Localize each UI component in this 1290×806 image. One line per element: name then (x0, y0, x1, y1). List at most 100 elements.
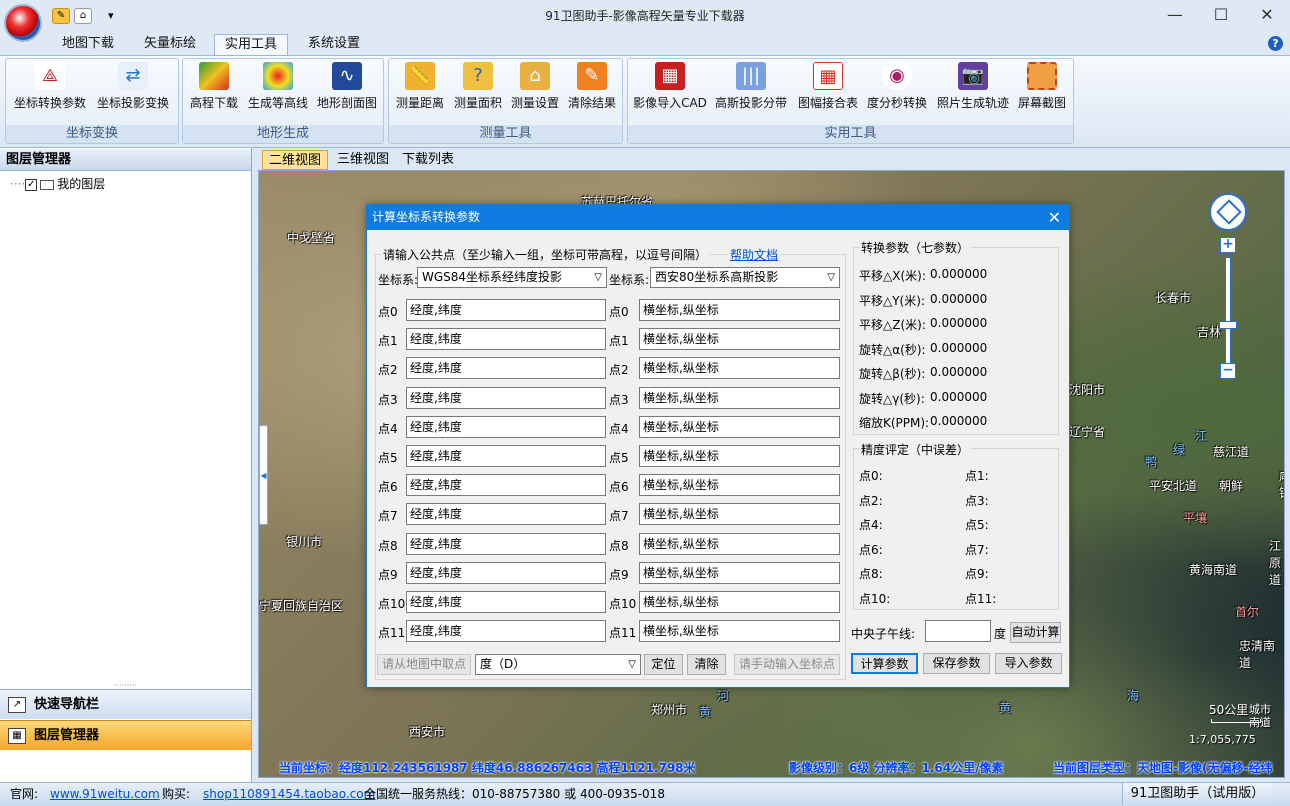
dst-point-input[interactable]: 横坐标,纵坐标 (639, 328, 840, 351)
import-cad-button[interactable]: ▦ 影像导入CAD (630, 62, 710, 114)
site-link[interactable]: www.91weitu.com (50, 783, 160, 805)
zoom-slider-thumb[interactable] (1219, 321, 1237, 329)
map-place-label: 江原道 (1269, 539, 1282, 587)
zoom-slider[interactable] (1225, 257, 1231, 371)
tab-download-list[interactable]: 下载列表 (396, 150, 460, 170)
meridian-input[interactable] (925, 620, 991, 642)
status-layer-type: 当前图层类型：天地图-影像(无偏移-经纬 (1053, 761, 1273, 775)
dst-point-input[interactable]: 横坐标,纵坐标 (639, 445, 840, 467)
dst-point-input[interactable]: 横坐标,纵坐标 (639, 503, 840, 526)
unit-select[interactable]: 度（D） ▽ (475, 654, 641, 675)
measure-area-button[interactable]: ? 测量面积 (450, 62, 506, 114)
dms-convert-button[interactable]: ◉ 度分秒转换 (862, 62, 932, 114)
dst-point-input[interactable]: 横坐标,纵坐标 (639, 299, 840, 321)
gauss-zone-button[interactable]: ||| 高斯投影分带 (710, 62, 792, 114)
src-point-input[interactable]: 经度,纬度 (406, 299, 606, 321)
precision-fieldset (853, 448, 1059, 610)
app-logo-icon[interactable] (4, 4, 42, 42)
src-point-input[interactable]: 经度,纬度 (406, 445, 606, 467)
locate-button[interactable]: 定位 (644, 654, 683, 675)
grid-icon: ▦ (813, 62, 843, 90)
param-value: 0.000000 (930, 389, 988, 404)
src-point-input[interactable]: 经度,纬度 (406, 357, 606, 380)
param-value: 0.000000 (930, 291, 988, 306)
status-coordinate: 当前坐标：经度112.243561987 纬度46.886267463 高程11… (279, 761, 696, 775)
help-doc-link[interactable]: 帮助文档 (728, 246, 781, 263)
measure-distance-button[interactable]: 📏 测量距离 (392, 62, 448, 114)
precision-title: 精度评定（中误差） (859, 441, 972, 458)
dst-point-input[interactable]: 横坐标,纵坐标 (639, 474, 840, 497)
clear-button[interactable]: 清除 (687, 654, 726, 675)
compass-icon: ⌂ (520, 62, 550, 90)
clear-results-button[interactable]: ✎ 清除结果 (564, 62, 620, 114)
src-point-input[interactable]: 经度,纬度 (406, 532, 606, 555)
calc-params-button[interactable]: 计算参数 (851, 653, 918, 674)
src-point-label: 点11 (378, 626, 406, 641)
elevation-download-button[interactable]: 高程下载 (186, 62, 242, 114)
pick-from-map-button[interactable]: 请从地图中取点 (377, 654, 471, 675)
tab-utilities[interactable]: 实用工具 (214, 34, 289, 55)
close-window-icon[interactable]: ✕ (1244, 0, 1290, 33)
dst-point-input[interactable]: 横坐标,纵坐标 (639, 532, 840, 555)
nav-quick-bar[interactable]: ↗ 快速导航栏 (0, 689, 251, 719)
src-point-input[interactable]: 经度,纬度 (406, 386, 606, 409)
layer-checkbox[interactable]: ✓ (25, 178, 38, 191)
dst-point-input[interactable]: 横坐标,纵坐标 (639, 591, 840, 613)
layer-tree-root[interactable]: 我的图层 (57, 177, 105, 191)
meridian-unit: 度 (994, 627, 1007, 641)
map-place-label: 沈阳市 (1069, 383, 1106, 397)
status-level: 影像级别：6级 分辨率：1.64公里/像素 (789, 761, 1004, 775)
map-place-label: 宁夏回族自治区 (259, 599, 344, 613)
src-point-input[interactable]: 经度,纬度 (406, 415, 606, 438)
tab-2d-view[interactable]: 二维视图 (262, 150, 329, 170)
precision-label: 点6: (859, 542, 883, 557)
terrain-profile-button[interactable]: ∿ 地形剖面图 (313, 62, 381, 114)
coord-param-button[interactable]: ⟁ 坐标转换参数 (10, 62, 90, 114)
contour-button[interactable]: 生成等高线 (244, 62, 312, 114)
src-point-input[interactable]: 经度,纬度 (406, 591, 606, 613)
dst-crs-select[interactable]: 西安80坐标系高斯投影 ▽ (650, 267, 840, 288)
coord-projection-button[interactable]: ⇄ 坐标投影变换 (93, 62, 173, 114)
save-params-button[interactable]: 保存参数 (923, 653, 990, 674)
tab-map-download[interactable]: 地图下载 (52, 34, 124, 55)
src-point-input[interactable]: 经度,纬度 (406, 328, 606, 351)
src-point-input[interactable]: 经度,纬度 (406, 503, 606, 526)
dialog-close-icon[interactable]: ✕ (1048, 205, 1061, 230)
manual-input-button[interactable]: 请手动输入坐标点 (734, 654, 840, 675)
dst-point-input[interactable]: 横坐标,纵坐标 (639, 386, 840, 409)
photo-track-button[interactable]: 📷 照片生成轨迹 (932, 62, 1014, 114)
tab-vector-plot[interactable]: 矢量标绘 (134, 34, 206, 55)
shop-link[interactable]: shop110891454.taobao.com (203, 783, 375, 805)
src-point-label: 点3 (378, 392, 398, 407)
sheet-index-button[interactable]: ▦ 图幅接合表 (794, 62, 862, 114)
dst-point-label: 点1 (609, 334, 629, 349)
zoom-in-icon[interactable]: + (1220, 237, 1236, 253)
dst-point-input[interactable]: 横坐标,纵坐标 (639, 357, 840, 380)
collapse-panel-handle[interactable]: ◀ (259, 425, 268, 525)
nav-layer-manager[interactable]: ▦ 图层管理器 (0, 720, 251, 750)
src-point-input[interactable]: 经度,纬度 (406, 561, 606, 584)
src-crs-select[interactable]: WGS84坐标系经纬度投影 ▽ (417, 267, 607, 288)
dst-point-input[interactable]: 横坐标,纵坐标 (639, 620, 840, 643)
pan-compass-icon[interactable] (1209, 193, 1247, 231)
coord-param-dialog: 计算坐标系转换参数 ✕ 请输入公共点（至少输入一组，坐标可带高程，以逗号间隔） … (366, 204, 1070, 688)
screenshot-button[interactable]: 屏幕截图 (1014, 62, 1070, 114)
minimize-icon[interactable]: — (1152, 0, 1198, 33)
src-point-label: 点0 (378, 305, 398, 319)
site-label: 官网: (10, 787, 39, 801)
dst-point-input[interactable]: 横坐标,纵坐标 (639, 415, 840, 438)
tab-3d-view[interactable]: 三维视图 (331, 150, 395, 170)
buy-label: 购买: (162, 787, 191, 801)
tab-system-settings[interactable]: 系统设置 (298, 34, 370, 55)
layer-panel-title: 图层管理器 (0, 149, 251, 171)
measure-settings-button[interactable]: ⌂ 测量设置 (507, 62, 563, 114)
help-icon[interactable]: ? (1268, 36, 1283, 51)
dst-point-input[interactable]: 横坐标,纵坐标 (639, 561, 840, 584)
src-point-input[interactable]: 经度,纬度 (406, 620, 606, 643)
import-params-button[interactable]: 导入参数 (995, 653, 1062, 674)
auto-calc-button[interactable]: 自动计算 (1010, 622, 1061, 643)
zoom-out-icon[interactable]: − (1220, 363, 1236, 379)
src-point-input[interactable]: 经度,纬度 (406, 474, 606, 497)
license-status: 91卫图助手（试用版） (1122, 783, 1272, 805)
maximize-icon[interactable]: ☐ (1198, 0, 1244, 33)
